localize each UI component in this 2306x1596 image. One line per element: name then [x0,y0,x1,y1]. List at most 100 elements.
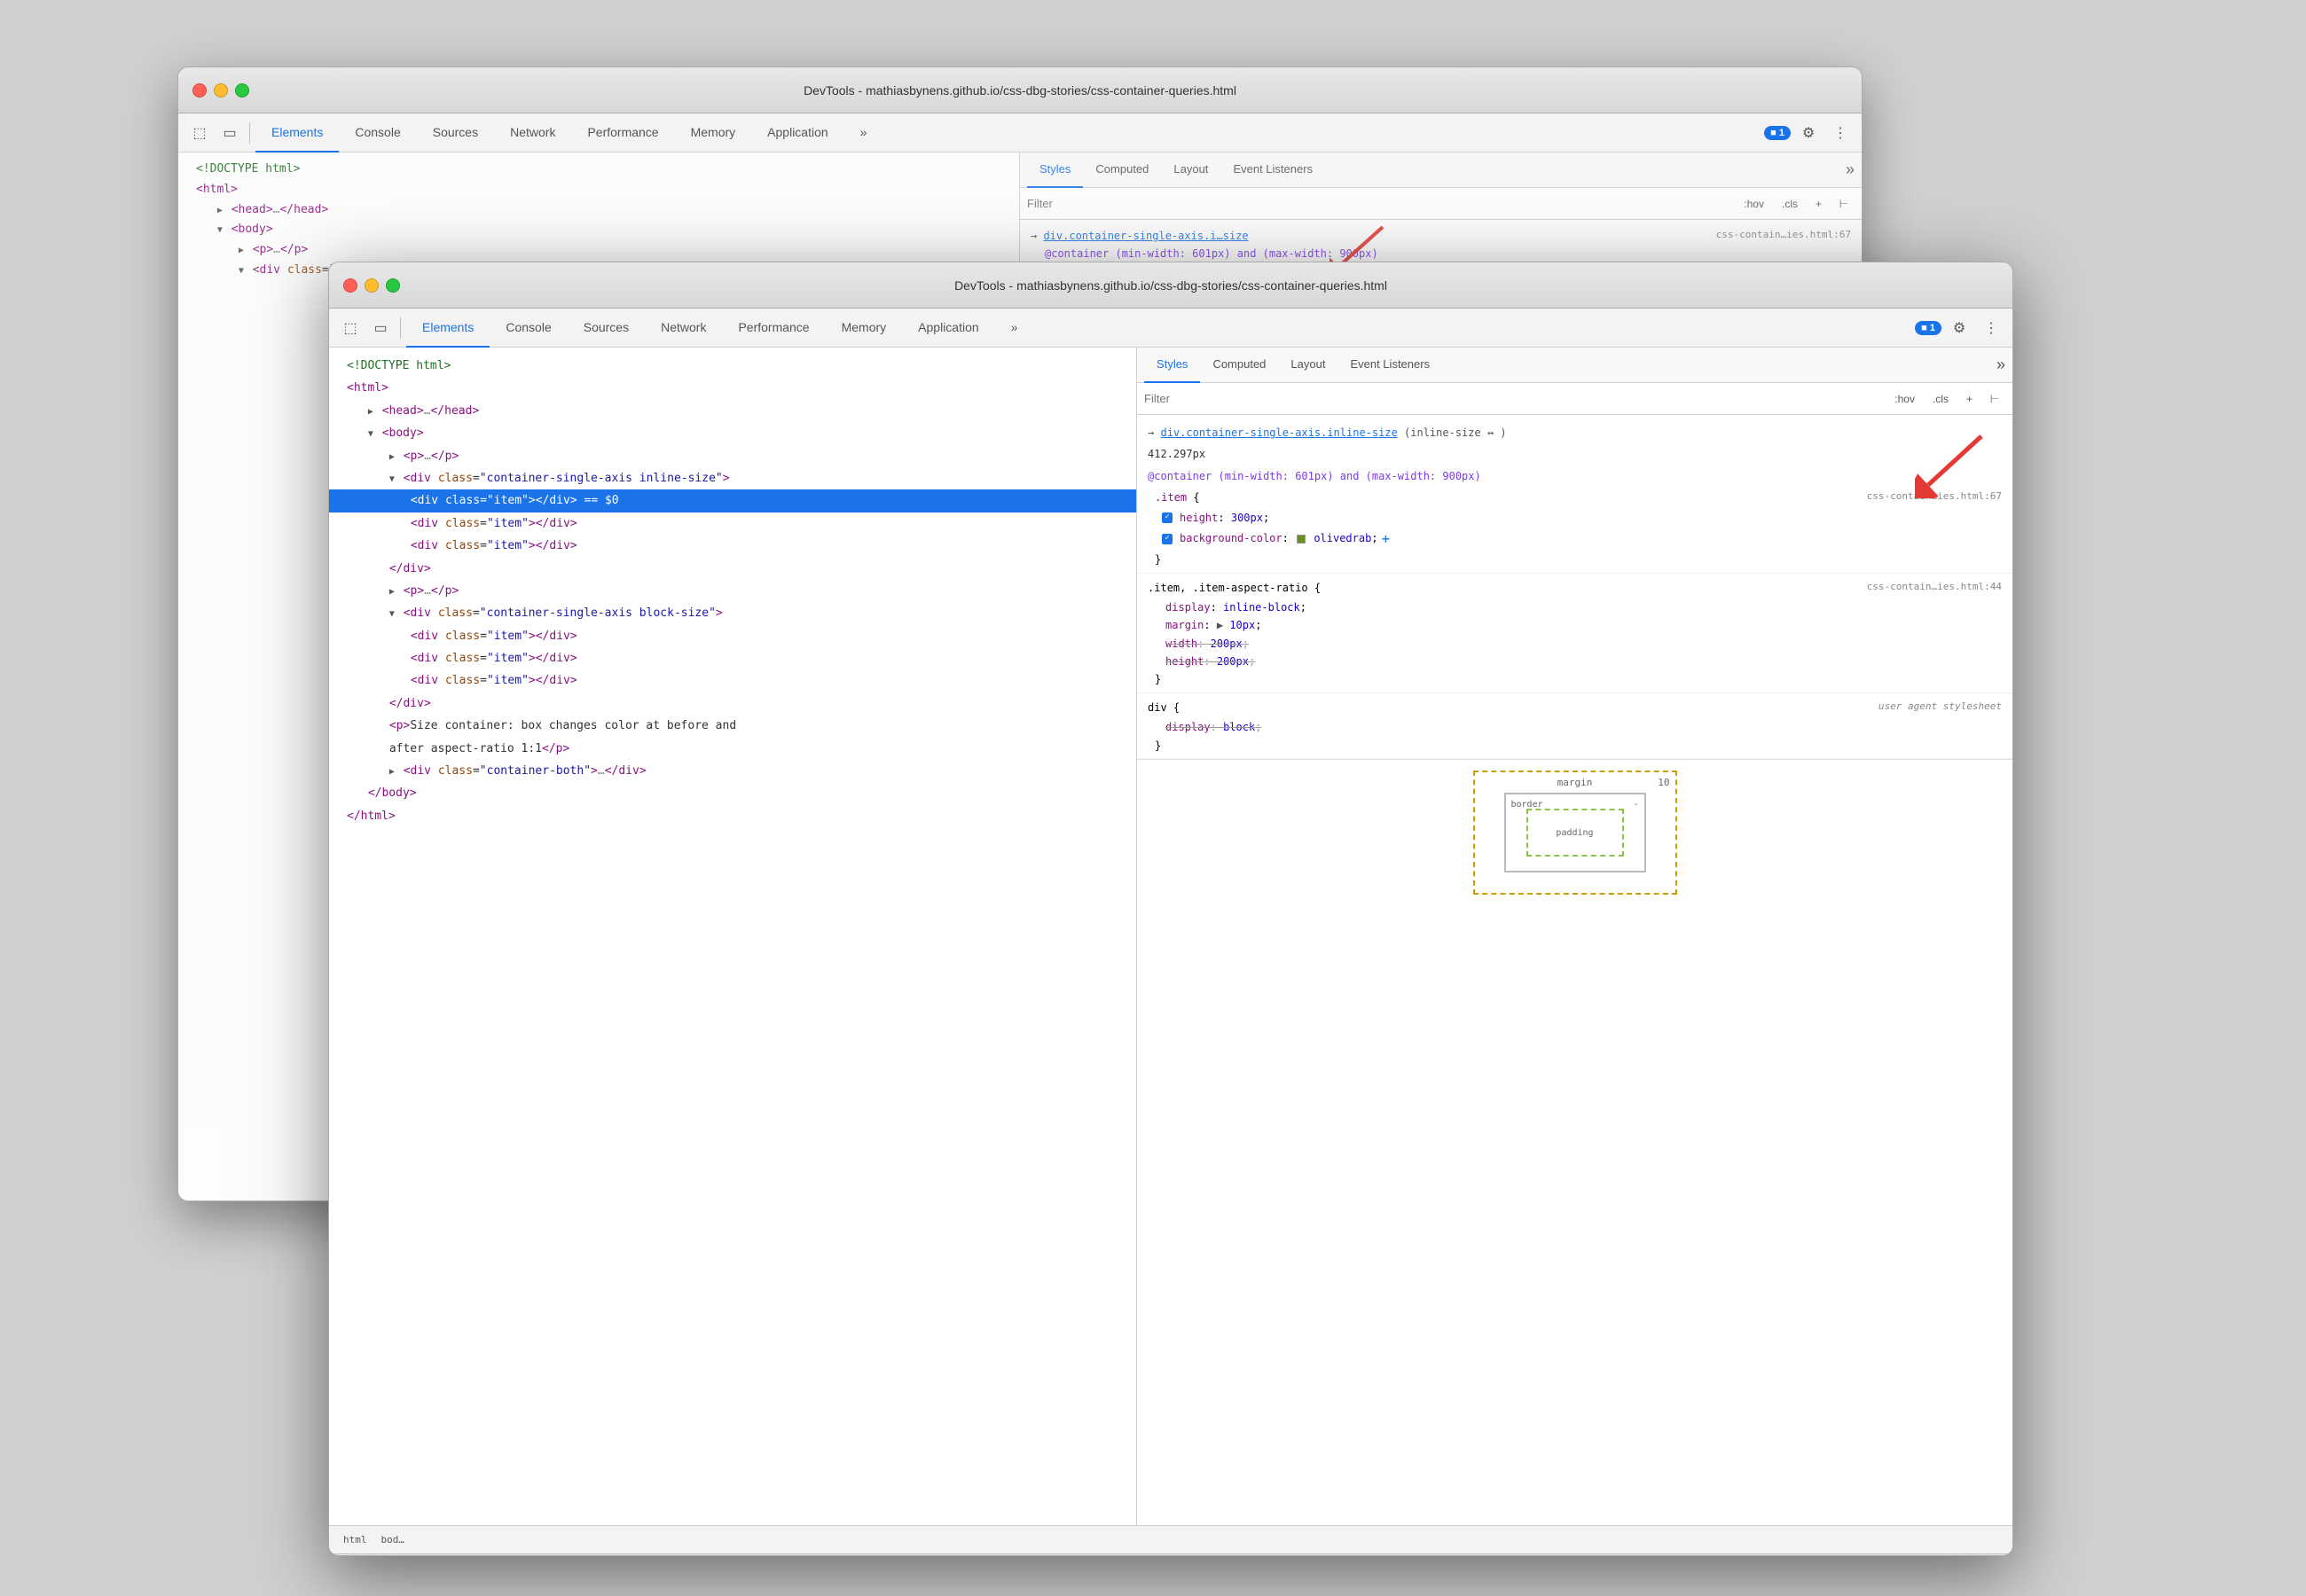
border-label-front: border [1511,797,1543,812]
tab-elements-back[interactable]: Elements [255,113,339,153]
css-height2-prop-front: height: 200px; [1148,653,2002,670]
mobile-icon-front[interactable]: ▭ [366,314,395,342]
dom-panel-front[interactable]: <!DOCTYPE html> <html> ▶ <head>…</head> … [329,348,1137,1525]
css-height-prop-front: ✓ height: 300px; [1148,509,2002,527]
maximize-button-front[interactable] [386,278,400,293]
dom-item-selected-front[interactable]: <div class="item"></div> == $0 [329,489,1136,512]
styles-more-tabs-back[interactable]: » [1846,160,1855,179]
tab-more-front[interactable]: » [995,309,1034,348]
traffic-lights-back [192,83,249,98]
expand-pane-front[interactable]: ⊢ [1984,388,2005,410]
tab-memory-front[interactable]: Memory [826,309,903,348]
settings-icon-back[interactable]: ⚙ [1794,119,1823,147]
tab-application-front[interactable]: Application [902,309,995,348]
dom-item4-front: <div class="item"></div> [329,625,1136,647]
bgcolor-checkbox-front[interactable]: ✓ [1162,534,1173,544]
tab-styles-back[interactable]: Styles [1027,153,1083,188]
add-style-back[interactable]: + [1809,195,1828,213]
breadcrumb-html-front[interactable]: html [340,1532,371,1547]
css-margin-prop-front: margin: ▶ 10px; [1148,616,2002,634]
tab-computed-back[interactable]: Computed [1083,153,1161,188]
dom-item5-front: <div class="item"></div> [329,647,1136,669]
tab-console-back[interactable]: Console [339,113,416,153]
menu-icon-front[interactable]: ⋮ [1977,314,2005,342]
tab-styles-front[interactable]: Styles [1144,348,1200,383]
margin-val-front: 10 [1658,775,1669,792]
notification-badge-front: ■ 1 [1915,321,1941,335]
breadcrumb-bar-front: html bod… [329,1525,2012,1553]
mobile-icon-back[interactable]: ▭ [216,119,244,147]
add-style-front[interactable]: + [1960,390,1979,408]
tab-console-front[interactable]: Console [490,309,567,348]
breadcrumb-body-front[interactable]: bod… [378,1532,409,1547]
tab-network-back[interactable]: Network [494,113,571,153]
hov-btn-back[interactable]: :hov [1737,195,1770,213]
filter-input-back[interactable] [1027,197,1730,210]
expand-pane-back[interactable]: ⊢ [1833,193,1855,215]
styles-panel-front: Styles Computed Layout Event Listeners »… [1137,348,2012,1525]
item-selector-front: .item { [1155,489,1200,506]
cursor-icon-front[interactable]: ⬚ [336,314,365,342]
tab-event-listeners-back[interactable]: Event Listeners [1220,153,1325,188]
cls-btn-front[interactable]: .cls [1926,390,1955,408]
item-aspect-ratio-selector-front: .item, .item-aspect-ratio { [1148,579,1321,597]
tab-event-listeners-front[interactable]: Event Listeners [1337,348,1442,383]
border-value-front: - [1633,797,1638,812]
box-model-section-front: margin 10 border - padding [1137,759,2012,905]
css-rule-2-front: .item, .item-aspect-ratio { css-contain…… [1137,574,2012,693]
tab-layout-front[interactable]: Layout [1278,348,1337,383]
minimize-button-back[interactable] [214,83,228,98]
box-model-border-front: border - padding [1504,793,1646,872]
styles-more-tabs-front[interactable]: » [1996,356,2005,374]
toolbar-divider-back [249,122,250,144]
settings-icon-front[interactable]: ⚙ [1945,314,1973,342]
tab-layout-back[interactable]: Layout [1161,153,1220,188]
tab-more-back[interactable]: » [844,113,883,153]
minimize-button-front[interactable] [365,278,379,293]
container-size-value: 412.297px [1148,448,1205,460]
menu-icon-back[interactable]: ⋮ [1826,119,1855,147]
css-rule-1-front: → div.container-single-axis.inline-size … [1137,419,2012,574]
dom-item6-front: <div class="item"></div> [329,669,1136,692]
padding-label-front: padding [1556,825,1593,841]
filter-input-front[interactable] [1144,392,1881,405]
dom-body-front: ▼ <body> [329,422,1136,444]
add-rule-btn-front[interactable]: + [1382,527,1391,551]
dom-body-back: ▼ <body> [178,220,1019,240]
dom-head-front: ▶ <head>…</head> [329,400,1136,422]
filter-actions-front: :hov .cls + ⊢ [1888,388,2005,410]
cursor-icon-back[interactable]: ⬚ [185,119,214,147]
css-close-brace-3-front: } [1148,737,2002,755]
toolbar-right-back: ■ 1 ⚙ ⋮ [1764,119,1855,147]
height-checkbox-front[interactable]: ✓ [1162,512,1173,523]
tab-computed-front[interactable]: Computed [1200,348,1278,383]
tab-network-front[interactable]: Network [645,309,722,348]
at-rule-back: @container (min-width: 601px) and (max-w… [1045,245,1378,262]
tab-performance-front[interactable]: Performance [722,309,825,348]
close-button-front[interactable] [343,278,357,293]
css-display-block-prop-front: display: block; [1148,718,2002,736]
devtools-content-front: <!DOCTYPE html> <html> ▶ <head>…</head> … [329,348,2012,1525]
dom-p-text2-front: after aspect-ratio 1:1</p> [329,738,1136,760]
tab-memory-back[interactable]: Memory [675,113,752,153]
tab-application-back[interactable]: Application [751,113,844,153]
dom-doctype-front: <!DOCTYPE html> [329,355,1136,377]
hov-btn-front[interactable]: :hov [1888,390,1921,408]
maximize-button-back[interactable] [235,83,249,98]
title-bar-front: DevTools - mathiasbynens.github.io/css-d… [329,262,2012,309]
tab-sources-front[interactable]: Sources [568,309,645,348]
cls-btn-back[interactable]: .cls [1776,195,1804,213]
dom-container-inline-front: ▼ <div class="container-single-axis inli… [329,467,1136,489]
div-selector-front: div { [1148,699,1180,716]
notification-badge-back: ■ 1 [1764,126,1791,140]
devtools-toolbar-back: ⬚ ▭ Elements Console Sources Network Per… [178,113,1862,153]
tab-sources-back[interactable]: Sources [417,113,494,153]
styles-content-front[interactable]: → div.container-single-axis.inline-size … [1137,415,2012,1525]
css-close-brace-1-front: } [1148,551,2002,568]
css-selector-link-1-front[interactable]: div.container-single-axis.inline-size [1160,426,1397,439]
tab-elements-front[interactable]: Elements [406,309,490,348]
filter-actions-back: :hov .cls + ⊢ [1737,193,1855,215]
close-button-back[interactable] [192,83,207,98]
tab-performance-back[interactable]: Performance [571,113,674,153]
css-selector-link-back[interactable]: div.container-single-axis.i…size [1043,230,1248,242]
